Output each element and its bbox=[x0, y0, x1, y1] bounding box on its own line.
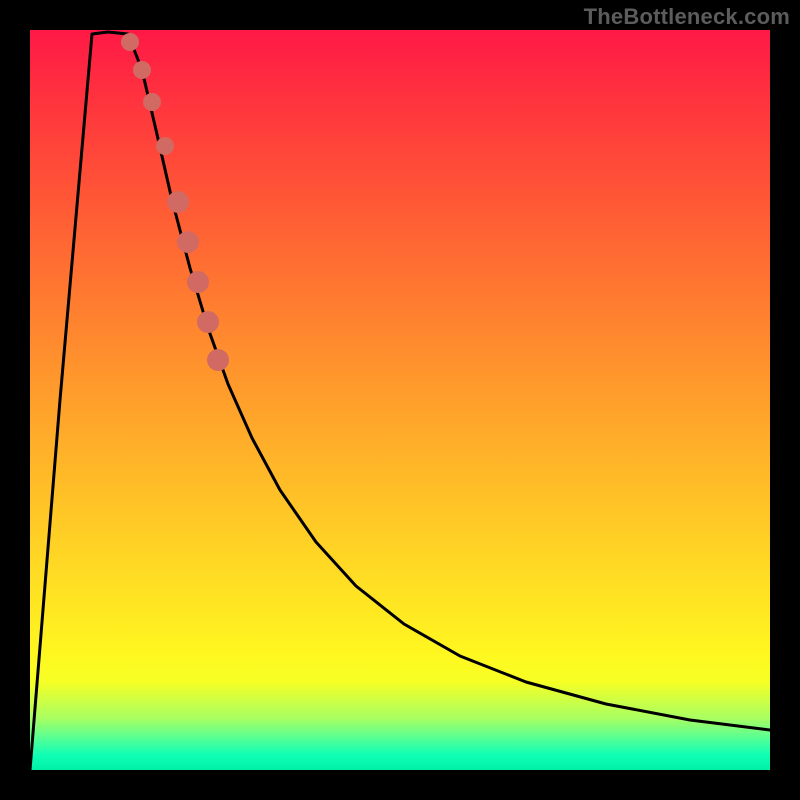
data-point bbox=[207, 349, 229, 371]
data-point bbox=[177, 231, 199, 253]
data-markers bbox=[30, 30, 770, 770]
chart-frame: TheBottleneck.com bbox=[0, 0, 800, 800]
data-point bbox=[121, 33, 139, 51]
data-point bbox=[167, 191, 189, 213]
data-point bbox=[156, 137, 174, 155]
bottleneck-curve bbox=[30, 30, 770, 770]
data-point bbox=[133, 61, 151, 79]
plot-area bbox=[30, 30, 770, 770]
data-point bbox=[187, 271, 209, 293]
data-point bbox=[143, 93, 161, 111]
data-point bbox=[197, 311, 219, 333]
watermark-text: TheBottleneck.com bbox=[584, 4, 790, 30]
